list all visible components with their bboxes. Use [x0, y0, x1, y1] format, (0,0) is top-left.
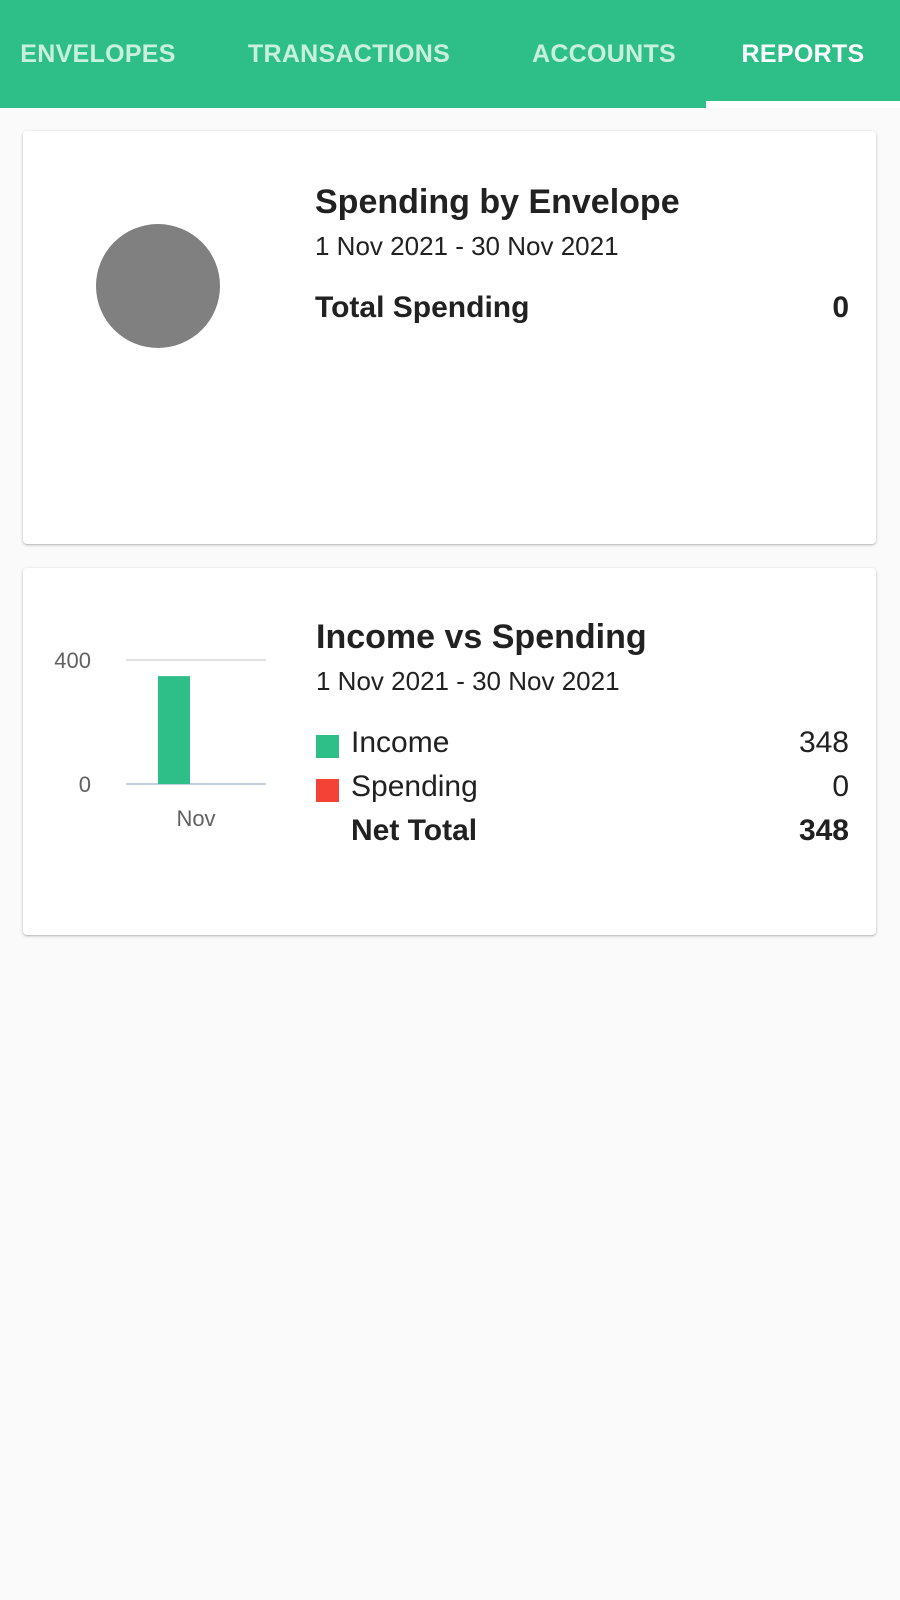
income-card-title: Income vs Spending [316, 618, 647, 656]
y-tick-label-400: 400 [54, 648, 91, 673]
income-label: Income [351, 726, 450, 759]
bar-income-nov [158, 676, 190, 784]
income-vs-spending-card[interactable]: 0 400 Nov Income vs Spending 1 Nov 2021 - … [23, 568, 876, 935]
tab-bar: ENVELOPES TRANSACTIONS ACCOUNTS REPORTS [0, 0, 900, 108]
total-spending-label: Total Spending [315, 291, 530, 324]
spending-legend-swatch [316, 779, 339, 802]
tab-envelopes[interactable]: ENVELOPES [0, 0, 196, 108]
net-total-label: Net Total [351, 814, 478, 847]
income-spending-bar-chart: 0 400 Nov [54, 648, 266, 831]
spending-card-date-range: 1 Nov 2021 - 30 Nov 2021 [315, 231, 619, 261]
x-tick-label-nov: Nov [176, 806, 215, 831]
spending-pie-chart [96, 224, 220, 348]
spending-value: 0 [832, 770, 849, 803]
spending-card-title: Spending by Envelope [315, 183, 680, 221]
income-card-date-range: 1 Nov 2021 - 30 Nov 2021 [316, 666, 620, 696]
total-spending-value: 0 [832, 291, 849, 324]
tab-reports[interactable]: REPORTS [706, 0, 900, 108]
income-value: 348 [798, 726, 849, 759]
active-tab-indicator [706, 101, 900, 108]
income-legend-swatch [316, 735, 339, 758]
net-total-value: 348 [798, 814, 849, 847]
spending-label: Spending [351, 770, 478, 803]
y-tick-label-0: 0 [79, 772, 91, 797]
tab-transactions[interactable]: TRANSACTIONS [196, 0, 502, 108]
spending-by-envelope-card[interactable]: Spending by Envelope 1 Nov 2021 - 30 Nov… [23, 131, 876, 544]
tab-accounts[interactable]: ACCOUNTS [502, 0, 706, 108]
